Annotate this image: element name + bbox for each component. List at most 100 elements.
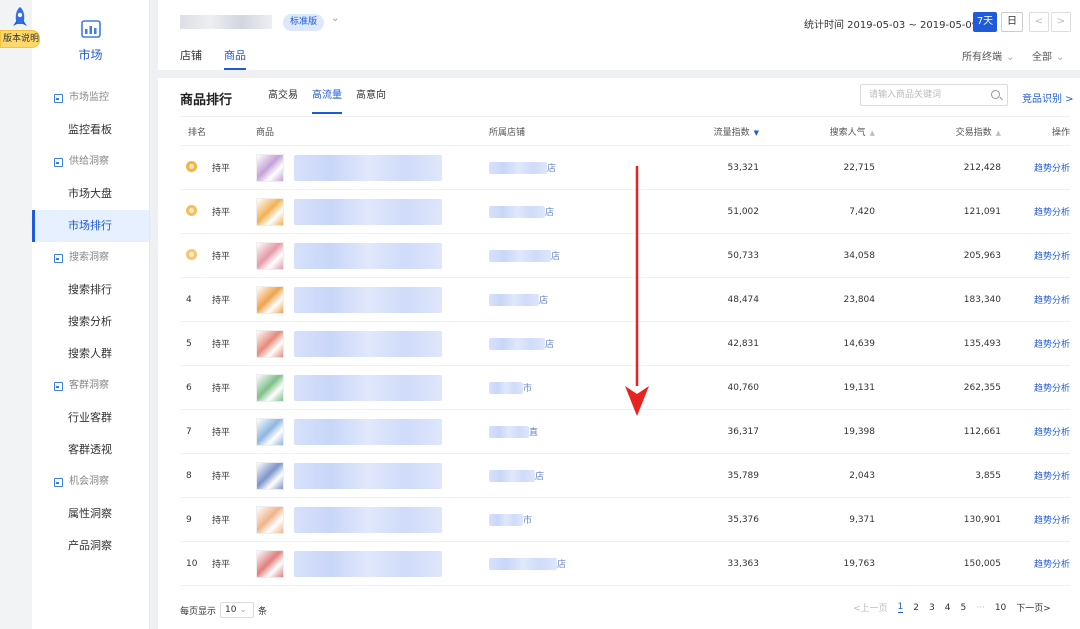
page-number[interactable]: 1 [897, 602, 904, 613]
shop-cell[interactable]: 店 [489, 337, 639, 351]
version-notes-tag[interactable]: 版本说明 [0, 30, 40, 48]
product-cell[interactable] [256, 505, 489, 534]
product-thumbnail[interactable] [256, 153, 284, 182]
trend-analysis-link[interactable]: 趋势分析 [1034, 340, 1070, 350]
product-thumbnail[interactable] [256, 461, 284, 490]
product-thumbnail[interactable] [256, 197, 284, 226]
sidebar-item[interactable]: 监控看板 [32, 114, 149, 146]
trend-analysis-link[interactable]: 趋势分析 [1034, 516, 1070, 526]
product-cell[interactable] [256, 417, 489, 446]
sidebar-module[interactable]: 市场 [32, 0, 149, 82]
range-day-button[interactable]: 日 [1001, 12, 1023, 32]
ranking-tab[interactable]: 高流量 [312, 78, 342, 114]
ranking-tab[interactable]: 高交易 [268, 78, 298, 114]
product-name-redacted [294, 374, 442, 401]
flow-index: 42,831 [727, 338, 760, 349]
search-icon[interactable] [991, 90, 1000, 99]
shop-name-redacted [489, 338, 545, 351]
trend-cell: 持平 [212, 296, 231, 306]
header-tab[interactable]: 商品 [224, 42, 246, 70]
header-tab[interactable]: 店铺 [180, 42, 202, 70]
page-size-select[interactable]: 10 ⌄ [220, 602, 255, 618]
next-page-button[interactable]: 下一页> [1016, 601, 1051, 614]
trend-analysis-link[interactable]: 趋势分析 [1034, 428, 1070, 438]
shop-name-redacted [489, 294, 539, 307]
compete-identify-link[interactable]: 竞品识别 > [1022, 90, 1074, 105]
product-cell[interactable] [256, 285, 489, 314]
flow-index: 48,474 [727, 294, 760, 305]
prev-period-button[interactable]: < [1029, 12, 1049, 32]
product-cell[interactable] [256, 197, 489, 226]
flow-index: 35,376 [727, 514, 760, 525]
sidebar-item[interactable]: 属性洞察 [32, 498, 149, 530]
rocket-icon[interactable] [8, 6, 32, 32]
trade-index: 135,493 [963, 338, 1001, 349]
product-thumbnail[interactable] [256, 505, 284, 534]
col-flow[interactable]: 流量指数 ▼ [639, 125, 759, 138]
sidebar-item[interactable]: 产品洞察 [32, 530, 149, 562]
trend-cell: 持平 [212, 164, 231, 174]
trend-analysis-link[interactable]: 趋势分析 [1034, 384, 1070, 394]
sidebar-item[interactable]: 搜索人群 [32, 338, 149, 370]
trend-analysis-link[interactable]: 趋势分析 [1034, 296, 1070, 306]
product-thumbnail[interactable] [256, 285, 284, 314]
prev-page-button[interactable]: <上一页 [853, 601, 888, 614]
page-number[interactable]: 10 [995, 603, 1006, 613]
trend-analysis-link[interactable]: 趋势分析 [1034, 164, 1070, 174]
group-icon [54, 253, 63, 263]
product-thumbnail[interactable] [256, 417, 284, 446]
group-icon [54, 93, 63, 103]
edition-badge[interactable]: 标准版 [283, 14, 325, 31]
page-number[interactable]: 3 [929, 603, 935, 613]
trend-analysis-link[interactable]: 趋势分析 [1034, 560, 1070, 570]
header-tabs: 店铺 商品 [180, 42, 246, 70]
product-thumbnail[interactable] [256, 373, 284, 402]
sidebar-item[interactable]: 客群透视 [32, 434, 149, 466]
shop-cell[interactable]: 市 [489, 513, 639, 527]
product-thumbnail[interactable] [256, 329, 284, 358]
chevron-down-icon[interactable]: ⌄ [331, 13, 339, 24]
product-cell[interactable] [256, 549, 489, 578]
product-cell[interactable] [256, 153, 489, 182]
product-cell[interactable] [256, 461, 489, 490]
product-search-input[interactable] [861, 85, 979, 105]
sidebar-item[interactable]: 市场排行 [32, 210, 149, 242]
range-7d-button[interactable]: 7天 [973, 12, 997, 32]
next-period-button[interactable]: > [1051, 12, 1071, 32]
shop-cell[interactable]: 直 [489, 425, 639, 439]
ranking-tab[interactable]: 高意向 [356, 78, 386, 114]
col-trade[interactable]: 交易指数 ▲ [875, 125, 1001, 138]
product-cell[interactable] [256, 373, 489, 402]
rank-number: 9 [186, 514, 192, 525]
rank-cell: 5 [180, 339, 212, 349]
sidebar-item[interactable]: 行业客群 [32, 402, 149, 434]
page-size-unit: 条 [258, 606, 268, 617]
shop-cell[interactable]: 店 [489, 293, 639, 307]
shop-cell[interactable]: 店 [489, 205, 639, 219]
product-thumbnail[interactable] [256, 549, 284, 578]
col-search[interactable]: 搜索人气 ▲ [759, 125, 875, 138]
page-number[interactable]: 5 [960, 603, 966, 613]
shop-cell[interactable]: 店 [489, 161, 639, 175]
trend-analysis-link[interactable]: 趋势分析 [1034, 472, 1070, 482]
flow-index: 53,321 [727, 162, 760, 173]
shop-name-redacted [489, 470, 535, 483]
product-cell[interactable] [256, 329, 489, 358]
shop-cell[interactable]: 店 [489, 249, 639, 263]
sidebar-item[interactable]: 市场大盘 [32, 178, 149, 210]
sidebar-item[interactable]: 搜索排行 [32, 274, 149, 306]
shop-cell[interactable]: 店 [489, 557, 639, 571]
product-search-box[interactable] [860, 84, 1008, 106]
page-number[interactable]: 2 [913, 603, 919, 613]
sidebar-item[interactable]: 搜索分析 [32, 306, 149, 338]
trend-analysis-link[interactable]: 趋势分析 [1034, 252, 1070, 262]
table-row: 10 持平 店 33,363 19,763 150,005 趋势分析 [180, 542, 1070, 586]
product-cell[interactable] [256, 241, 489, 270]
trend-analysis-link[interactable]: 趋势分析 [1034, 208, 1070, 218]
product-thumbnail[interactable] [256, 241, 284, 270]
shop-cell[interactable]: 市 [489, 381, 639, 395]
terminal-select[interactable]: 所有终端 ⌄ [962, 48, 1014, 63]
page-number[interactable]: 4 [945, 603, 951, 613]
scope-select[interactable]: 全部 ⌄ [1032, 48, 1064, 63]
shop-cell[interactable]: 店 [489, 469, 639, 483]
